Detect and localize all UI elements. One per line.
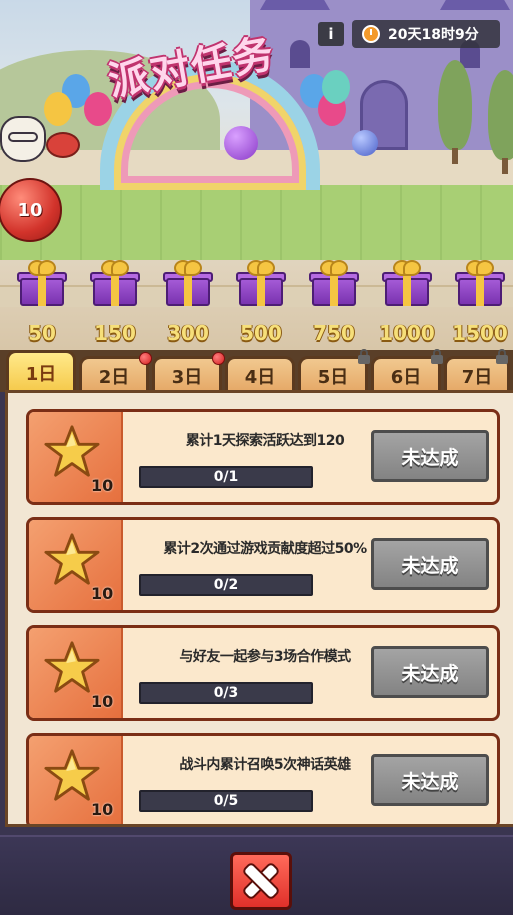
task-reward: 10 <box>29 736 123 824</box>
gift-icon <box>393 260 421 276</box>
milestone-threshold: 150 <box>94 321 136 345</box>
tab-day-7[interactable]: 7日 <box>444 349 510 392</box>
gift-icon <box>174 260 202 276</box>
task-reward: 10 <box>29 628 123 718</box>
task-list[interactable]: 10 累计1天探索活跃达到120 0/1 未达成 10 累计2次通过游戏贡献度超… <box>5 390 513 827</box>
task-progress-bar: 0/5 <box>139 790 313 812</box>
milestone-gift-2[interactable] <box>89 258 141 310</box>
current-points-marker: 10 <box>0 178 62 242</box>
reward-amount: 10 <box>91 692 114 711</box>
gift-icon <box>466 260 494 276</box>
tab-label: 3日 <box>171 366 203 388</box>
tab-day-3[interactable]: 3日 <box>152 352 225 392</box>
milestone-gift-4[interactable] <box>235 258 287 310</box>
milestone-threshold: 750 <box>313 321 355 345</box>
tab-label: 7日 <box>461 366 493 388</box>
reward-amount: 10 <box>91 584 114 603</box>
clock-icon <box>362 25 380 43</box>
tree-decoration <box>438 60 472 164</box>
milestone-gift-5[interactable] <box>308 258 360 310</box>
milestone-gift-7[interactable] <box>454 258 506 310</box>
boxing-glove-icon <box>46 132 80 158</box>
milestone-threshold: 500 <box>240 321 282 345</box>
tab-label: 4日 <box>244 366 276 388</box>
close-icon <box>244 864 278 898</box>
lock-icon <box>430 349 444 364</box>
current-points-value: 10 <box>17 199 43 221</box>
ball-decoration <box>224 126 258 160</box>
task-card: 10 累计2次通过游戏贡献度超过50% 0/2 未达成 <box>26 517 500 613</box>
lock-icon <box>495 349 509 364</box>
tab-label: 5日 <box>317 366 349 388</box>
tab-day-5[interactable]: 5日 <box>298 349 370 392</box>
tab-day-6[interactable]: 6日 <box>371 349 443 392</box>
mascot-character <box>0 110 84 180</box>
task-progress-bar: 0/2 <box>139 574 313 596</box>
info-button[interactable]: i <box>318 22 344 46</box>
task-description: 累计1天探索活跃达到120 <box>185 433 345 449</box>
task-description: 与好友一起参与3场合作模式 <box>179 649 351 665</box>
task-status-button[interactable]: 未达成 <box>371 754 489 806</box>
tab-day-1[interactable]: 1日 <box>6 350 76 392</box>
notification-dot-icon <box>212 352 225 365</box>
progress-text: 0/3 <box>213 685 239 701</box>
star-icon <box>44 533 100 585</box>
task-card: 10 累计1天探索活跃达到120 0/1 未达成 <box>26 409 500 505</box>
balloon-decoration <box>322 70 350 104</box>
close-button[interactable] <box>230 852 292 910</box>
milestone-threshold: 1000 <box>379 321 435 345</box>
milestone-threshold: 1500 <box>452 321 508 345</box>
tab-label: 1日 <box>25 363 57 385</box>
notification-dot-icon <box>139 352 152 365</box>
task-card: 10 战斗内累计召唤5次神话英雄 0/5 未达成 <box>26 733 500 824</box>
task-status-button[interactable]: 未达成 <box>371 646 489 698</box>
event-countdown: 20天18时9分 <box>352 20 500 48</box>
star-icon <box>44 641 100 693</box>
progress-text: 0/5 <box>213 793 239 809</box>
ball-decoration <box>352 130 378 156</box>
milestone-gift-1[interactable] <box>16 258 68 310</box>
countdown-text: 20天18时9分 <box>388 27 479 43</box>
progress-text: 0/2 <box>213 577 239 593</box>
task-status-button[interactable]: 未达成 <box>371 538 489 590</box>
task-status-button[interactable]: 未达成 <box>371 430 489 482</box>
task-progress-bar: 0/1 <box>139 466 313 488</box>
event-banner-scene: 派对任务 10 50 150 300 500 750 1000 1500 <box>0 0 513 350</box>
gift-icon <box>320 260 348 276</box>
task-card: 10 与好友一起参与3场合作模式 0/3 未达成 <box>26 625 500 721</box>
task-reward: 10 <box>29 520 123 610</box>
milestone-threshold: 300 <box>167 321 209 345</box>
task-description: 战斗内累计召唤5次神话英雄 <box>179 757 351 773</box>
gift-icon <box>28 260 56 276</box>
task-progress-bar: 0/3 <box>139 682 313 704</box>
task-description: 累计2次通过游戏贡献度超过50% <box>163 541 367 557</box>
tab-label: 2日 <box>98 366 130 388</box>
reward-amount: 10 <box>91 800 114 819</box>
star-icon <box>44 425 100 477</box>
gift-icon <box>101 260 129 276</box>
tab-label: 6日 <box>390 366 422 388</box>
tree-decoration <box>488 70 513 174</box>
reward-amount: 10 <box>91 476 114 495</box>
lock-icon <box>357 349 371 364</box>
milestone-gift-6[interactable] <box>381 258 433 310</box>
day-tabs: 1日 2日 3日 4日 5日 6日 7日 <box>0 349 513 392</box>
task-reward: 10 <box>29 412 123 502</box>
gift-icon <box>247 260 275 276</box>
tab-day-2[interactable]: 2日 <box>79 352 152 392</box>
star-icon <box>44 749 100 801</box>
milestone-gift-3[interactable] <box>162 258 214 310</box>
tab-day-4[interactable]: 4日 <box>225 356 295 392</box>
progress-text: 0/1 <box>213 469 239 485</box>
milestone-threshold: 50 <box>28 321 56 345</box>
